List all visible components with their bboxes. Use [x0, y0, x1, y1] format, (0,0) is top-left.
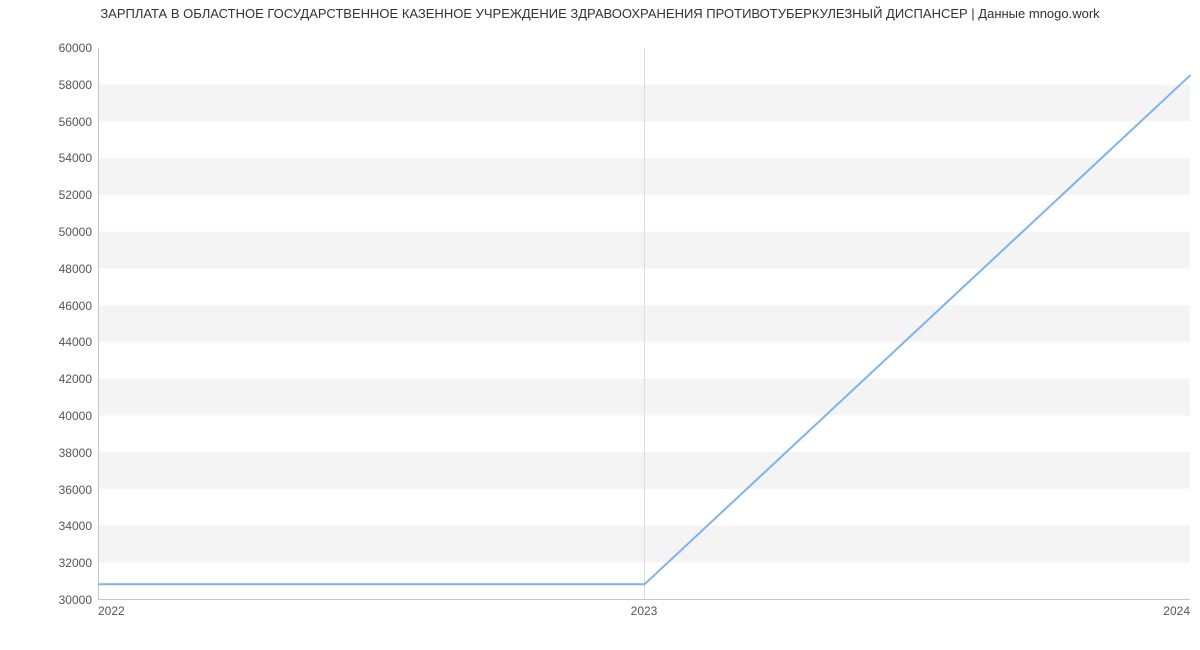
- y-tick-label: 52000: [32, 188, 92, 202]
- y-tick-label: 54000: [32, 151, 92, 165]
- y-tick-label: 46000: [32, 299, 92, 313]
- y-tick-label: 32000: [32, 556, 92, 570]
- chart-container: ЗАРПЛАТА В ОБЛАСТНОЕ ГОСУДАРСТВЕННОЕ КАЗ…: [0, 0, 1200, 650]
- y-tick-label: 42000: [32, 372, 92, 386]
- chart-svg: [99, 48, 1190, 599]
- chart-title: ЗАРПЛАТА В ОБЛАСТНОЕ ГОСУДАРСТВЕННОЕ КАЗ…: [0, 6, 1200, 21]
- x-tick-label: 2022: [98, 604, 125, 618]
- y-tick-label: 38000: [32, 446, 92, 460]
- y-tick-label: 48000: [32, 262, 92, 276]
- plot-area: [98, 48, 1190, 600]
- y-tick-label: 34000: [32, 519, 92, 533]
- y-tick-label: 50000: [32, 225, 92, 239]
- x-tick-label: 2024: [1163, 604, 1190, 618]
- x-tick-label: 2023: [631, 604, 658, 618]
- y-tick-label: 56000: [32, 115, 92, 129]
- y-tick-label: 60000: [32, 41, 92, 55]
- y-tick-label: 36000: [32, 483, 92, 497]
- y-tick-label: 58000: [32, 78, 92, 92]
- y-tick-label: 44000: [32, 335, 92, 349]
- y-tick-label: 40000: [32, 409, 92, 423]
- y-tick-label: 30000: [32, 593, 92, 607]
